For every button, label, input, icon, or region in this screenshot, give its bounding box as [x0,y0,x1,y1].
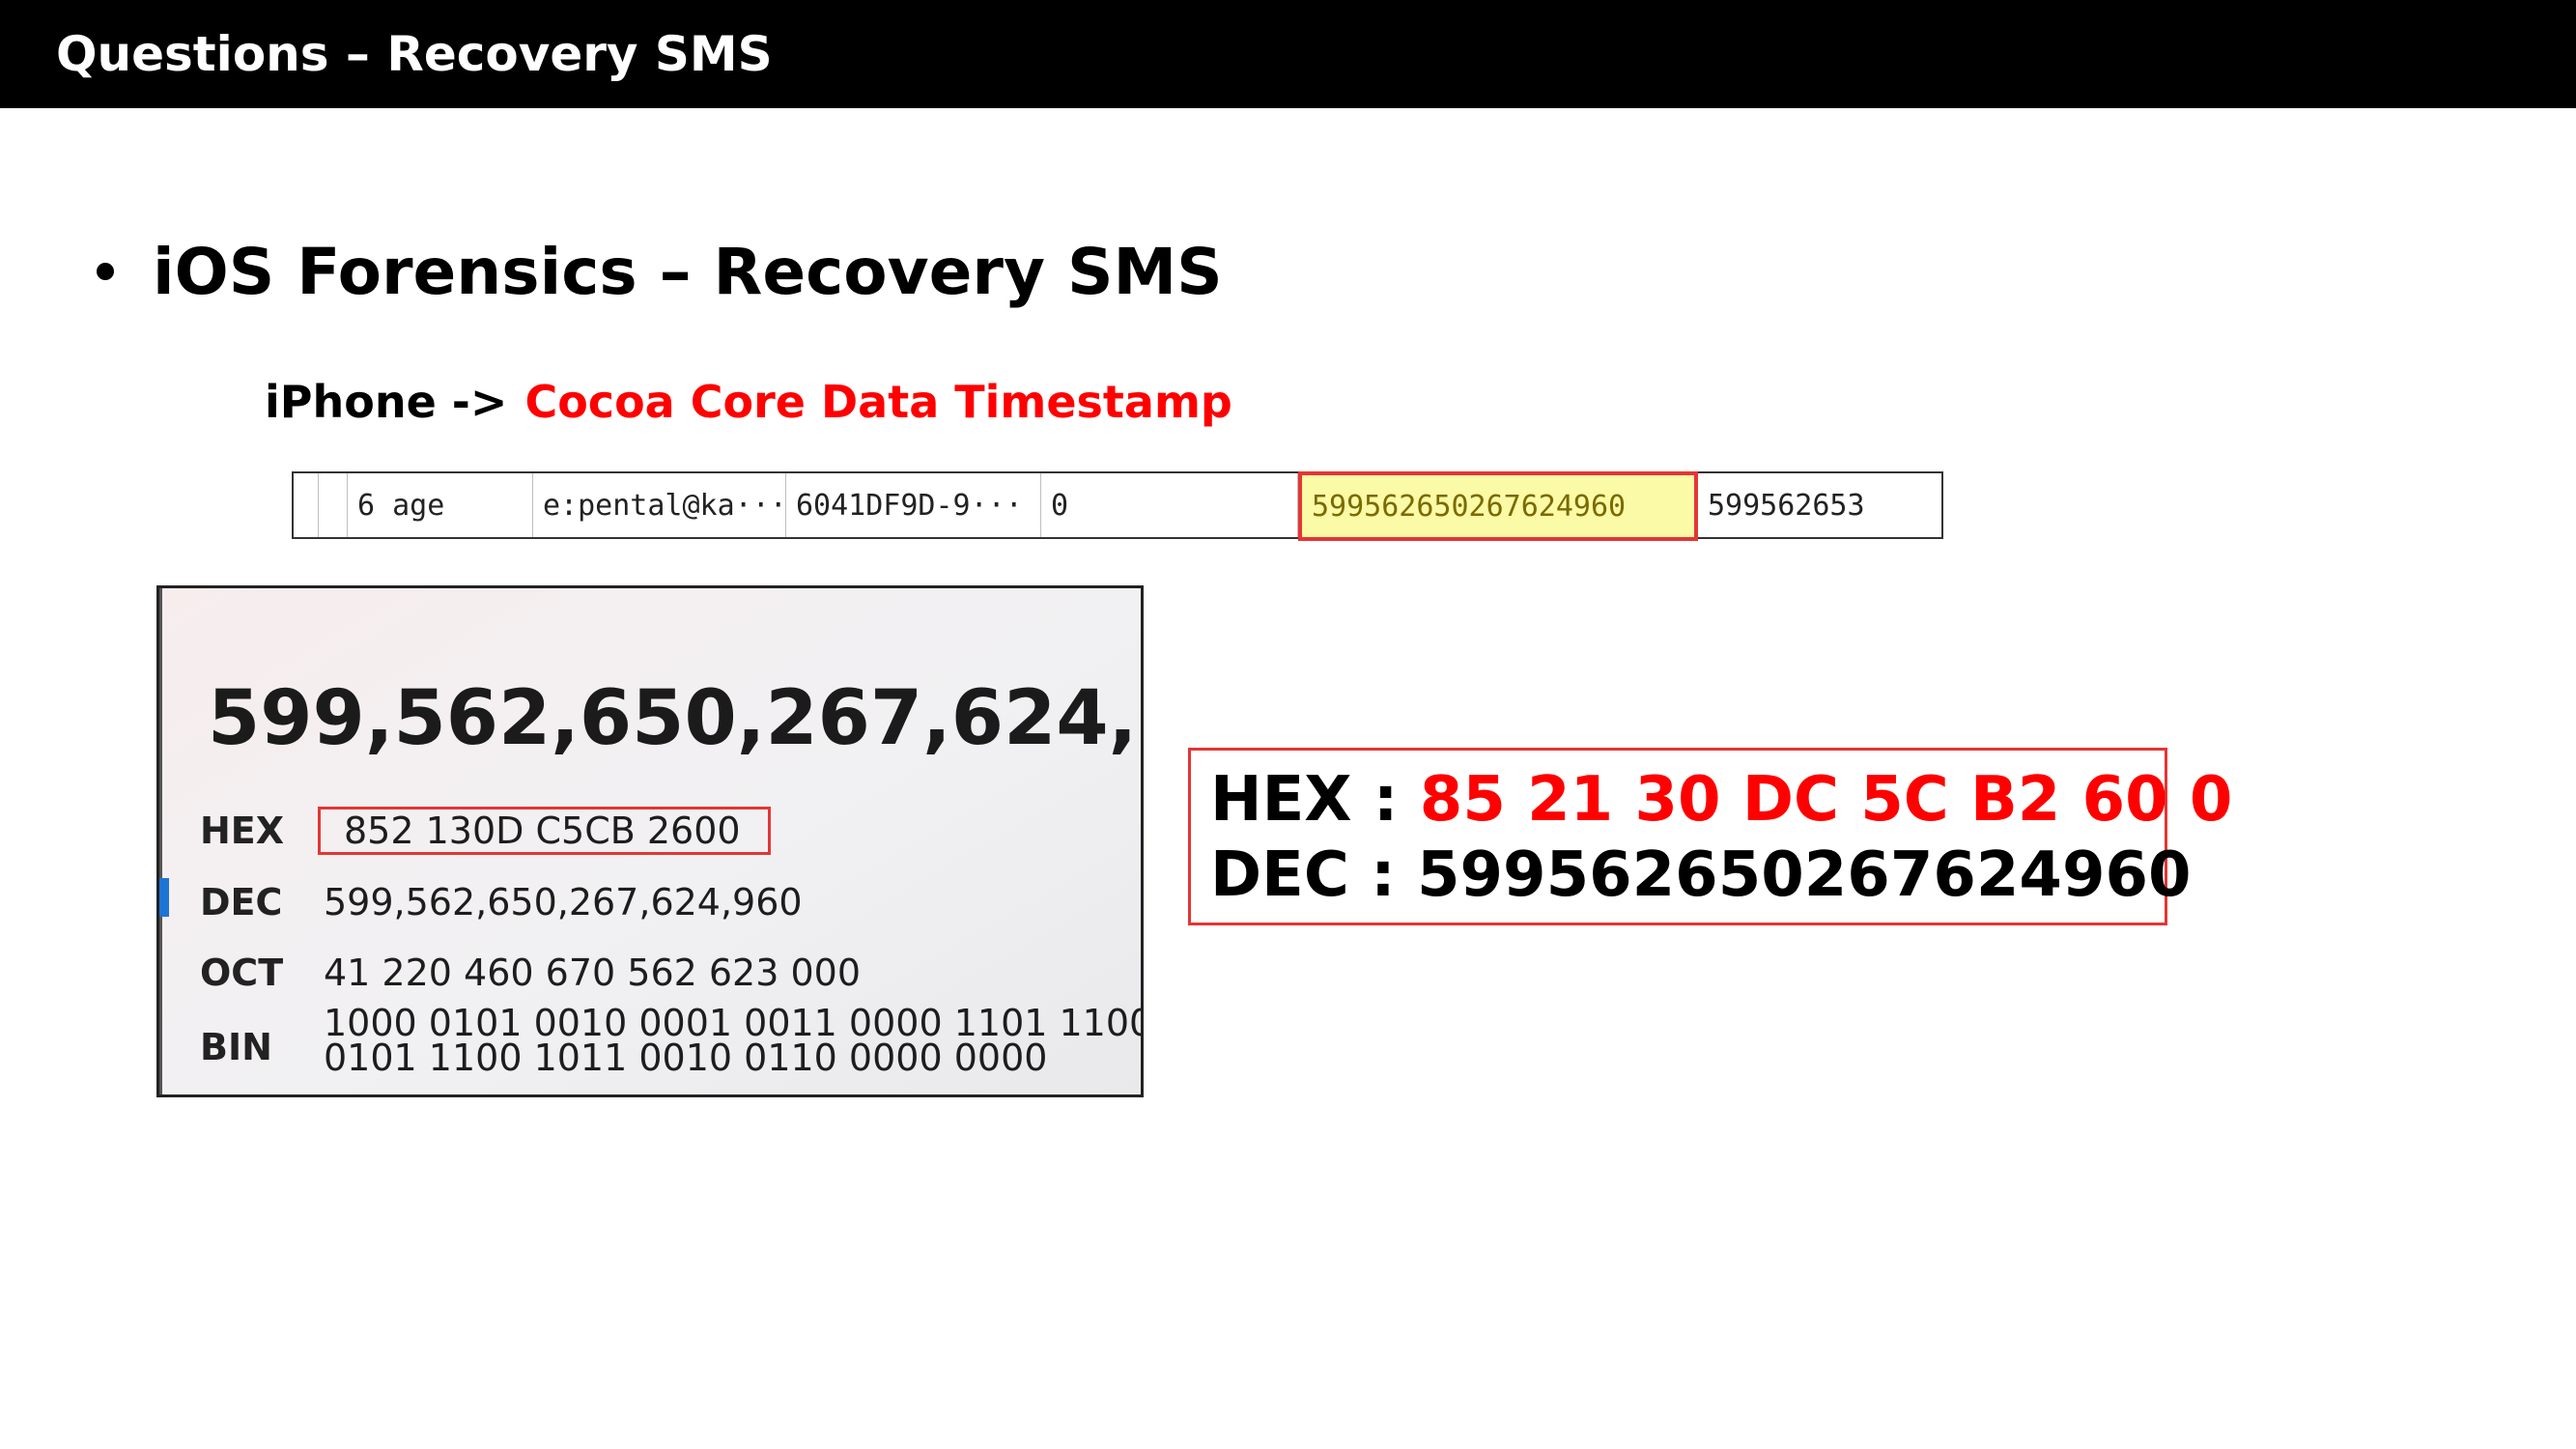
table-cell-date[interactable]: 599562653 [1698,473,1941,537]
calc-row-dec[interactable]: DEC 599,562,650,267,624,960 [200,878,803,926]
calc-bin-label: BIN [200,1026,272,1068]
bullet-icon [97,263,114,280]
subheading-highlight: Cocoa Core Data Timestamp [524,376,1232,428]
dec-selected-marker [159,878,169,917]
subheading: iPhone -> Cocoa Core Data Timestamp [265,372,1232,432]
table-cell-gutter [294,473,319,537]
calc-dec-label: DEC [200,881,283,923]
table-cell-type[interactable]: 6 age [348,473,533,537]
calc-bin-value: 1000 0101 0010 0001 0011 0000 1101 1100 … [324,1002,1144,1079]
calc-row-oct[interactable]: OCT 41 220 460 670 562 623 000 [200,949,861,997]
table-cell-flag[interactable]: 0 [1041,473,1298,537]
calc-dec-value: 599,562,650,267,624,960 [324,881,803,923]
table-cell-guid[interactable]: 6041DF9D-9··· [786,473,1041,537]
database-table-row: 6 age e:pental@ka··· 6041DF9D-9··· 0 599… [292,471,1943,541]
result-dec-line: DEC : 599562650267624960 [1210,838,2192,913]
calc-bin-line-1: 1000 0101 0010 0001 0011 0000 1101 1100 [324,1002,1144,1044]
result-dec-label: DEC : [1210,839,1417,911]
calculator-display: 599,562,650,267,624,960 [208,675,1141,762]
slide-heading: iOS Forensics – Recovery SMS [153,234,1223,309]
table-cell-timestamp-highlighted[interactable]: 599562650267624960 [1298,471,1698,541]
heading-row: iOS Forensics – Recovery SMS [97,228,1223,315]
calc-row-hex[interactable]: HEX 852 130D C5CB 2600 [200,807,771,855]
conversion-result-box: HEX : 85 21 30 DC 5C B2 60 0 DEC : 59956… [1188,748,2232,925]
calc-row-bin[interactable]: BIN [200,1023,324,1071]
result-hex-value: 85 21 30 DC 5C B2 60 0 [1419,764,2233,836]
calc-bin-line-2: 0101 1100 1011 0010 0110 0000 0000 [324,1037,1048,1079]
calc-hex-label: HEX [200,810,285,852]
subheading-lead: iPhone -> [265,376,508,428]
calculator-edge [159,588,162,1094]
calc-oct-label: OCT [200,952,284,994]
result-hex-label: HEX : [1210,764,1420,836]
result-hex-line: HEX : 85 21 30 DC 5C B2 60 0 [1210,762,2232,838]
title-bar: Questions – Recovery SMS [0,0,2576,108]
calc-oct-value: 41 220 460 670 562 623 000 [324,952,862,994]
table-cell-address[interactable]: e:pental@ka··· [533,473,786,537]
slide-title: Questions – Recovery SMS [56,26,773,82]
result-dec-value: 599562650267624960 [1416,839,2192,911]
calc-hex-value: 852 130D C5CB 2600 [318,807,771,855]
table-cell-selector[interactable] [319,473,348,537]
calculator-screenshot: 599,562,650,267,624,960 HEX 852 130D C5C… [156,585,1144,1097]
